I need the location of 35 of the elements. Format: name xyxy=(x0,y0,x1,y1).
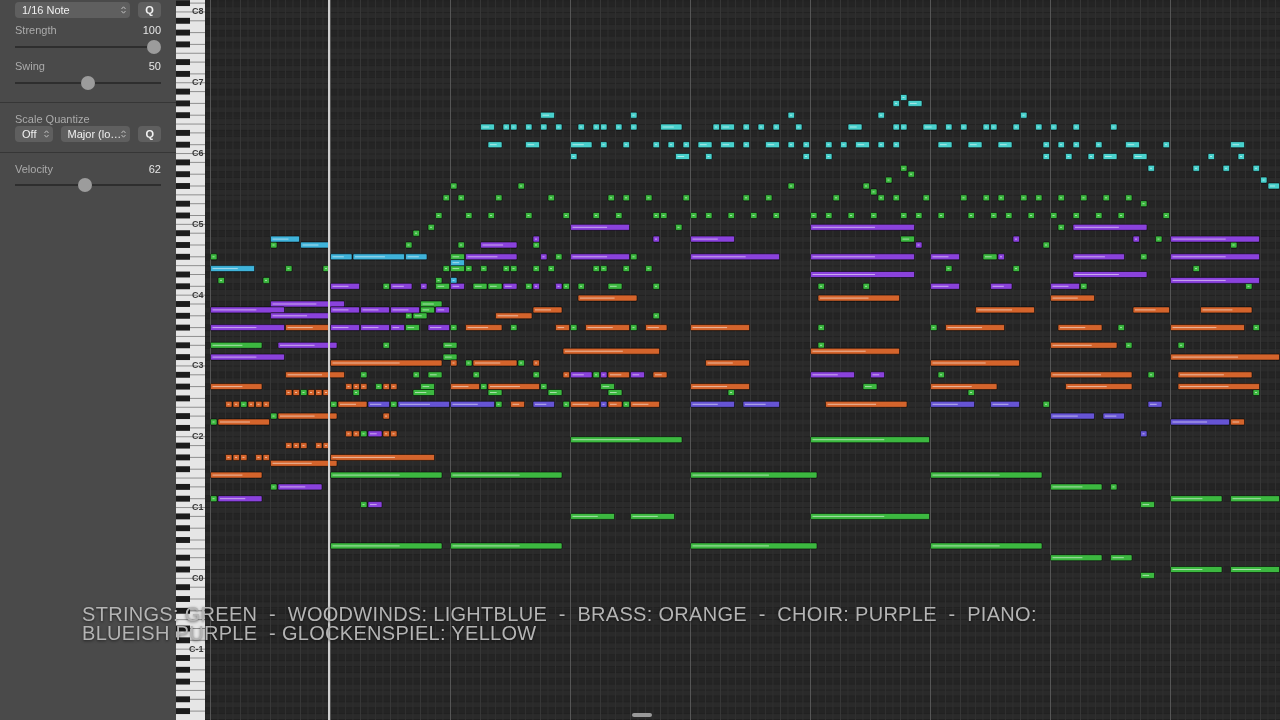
scrollbar-thumb[interactable] xyxy=(632,713,652,717)
division-dropdown[interactable]: 1/16 Note xyxy=(15,2,130,18)
octave-label: C6 xyxy=(192,147,204,158)
slider-label: Swing xyxy=(15,60,45,72)
slider-thumb[interactable] xyxy=(147,40,161,54)
slider-value: 50 xyxy=(148,60,161,72)
slider-value: 62 xyxy=(148,163,161,175)
section-label: Scale Quantize xyxy=(15,113,91,125)
octave-label: C2 xyxy=(192,431,204,442)
octave-label: C-1 xyxy=(189,643,204,654)
note-series[interactable] xyxy=(210,164,1280,579)
mode-dropdown[interactable]: Off xyxy=(15,126,53,142)
note-series[interactable] xyxy=(480,94,1280,190)
slider-label: Velocity xyxy=(15,163,53,175)
note-series[interactable] xyxy=(210,294,1280,479)
slider-value: 100 xyxy=(142,24,161,36)
scale-dropdown[interactable]: Major (lo… xyxy=(60,126,131,142)
octave-label: C8 xyxy=(192,6,204,17)
chevron-updown-icon xyxy=(121,6,126,14)
octave-label: C3 xyxy=(192,360,204,371)
slider-thumb[interactable] xyxy=(81,76,95,90)
octave-label: C5 xyxy=(192,218,204,229)
octave-label: C4 xyxy=(192,289,204,300)
quantize-button[interactable]: Q xyxy=(138,2,161,18)
octave-label: C1 xyxy=(192,501,204,512)
note-series[interactable] xyxy=(210,223,1260,509)
chevron-updown-icon xyxy=(43,130,49,138)
slider-thumb[interactable] xyxy=(78,178,93,192)
octave-label: C0 xyxy=(192,572,204,583)
chevron-updown-icon xyxy=(121,130,127,138)
octave-label: C7 xyxy=(192,77,204,88)
slider-label: Strength xyxy=(15,24,57,36)
note-series[interactable] xyxy=(367,400,1230,438)
note-series[interactable] xyxy=(210,235,465,284)
quantize-button[interactable]: Q xyxy=(138,126,161,142)
